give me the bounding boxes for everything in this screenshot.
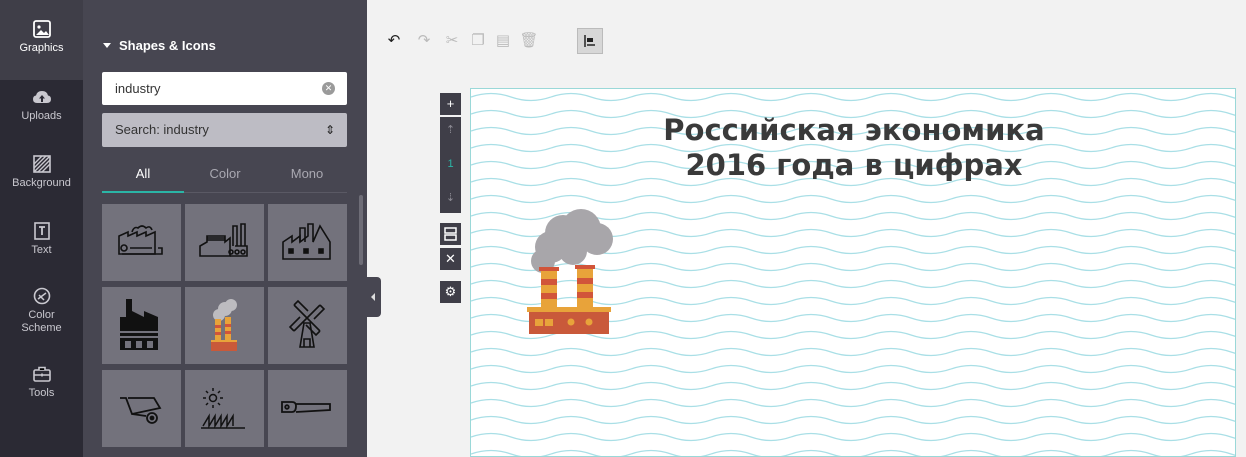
undo-button[interactable]: ↶ (384, 30, 404, 52)
collapse-panel-button[interactable] (367, 277, 381, 317)
factory-solid-icon (120, 299, 158, 350)
wheelbarrow-icon (120, 397, 162, 424)
left-nav-rail: Graphics Uploads Background Text Color S… (0, 0, 83, 457)
nav-tools[interactable]: Tools (0, 365, 83, 415)
add-page-button[interactable]: + (440, 93, 461, 115)
nav-background-label: Background (12, 177, 71, 189)
icon-tile[interactable] (185, 370, 264, 447)
top-toolbar: ↶ ↷ ✂ ❐ ▤ 🗑 (367, 0, 1246, 72)
icon-filter-tabs: All Color Mono (102, 157, 347, 193)
cut-button[interactable]: ✂ (442, 30, 462, 52)
design-canvas[interactable]: Российская экономика 2016 года в цифрах (470, 88, 1236, 457)
page-navigator: ⇡ 1 ⇣ (440, 117, 461, 213)
factory-outline-icon (199, 223, 248, 257)
nav-text-label: Text (31, 244, 52, 256)
nav-uploads-label: Uploads (21, 110, 62, 122)
clear-search-icon[interactable]: ✕ (322, 82, 335, 95)
duplicate-page-button[interactable] (440, 223, 461, 245)
hatch-pattern-icon (32, 155, 51, 173)
copy-button[interactable]: ❐ (468, 30, 488, 52)
windmill-icon (288, 299, 326, 348)
panel-scrollbar[interactable] (359, 195, 363, 265)
align-icon (584, 35, 595, 47)
icon-tile[interactable] (102, 204, 181, 281)
close-icon: ✕ (445, 251, 456, 266)
icon-tile[interactable] (185, 204, 264, 281)
tab-all[interactable]: All (102, 157, 184, 193)
nav-color-scheme[interactable]: Color Scheme (0, 287, 83, 345)
icon-tile[interactable] (268, 204, 347, 281)
page-settings-button[interactable]: ⚙ (440, 281, 461, 303)
delete-page-button[interactable]: ✕ (440, 248, 461, 270)
nav-color-label: Color (28, 309, 55, 321)
sun-field-icon (201, 388, 245, 429)
nav-scheme-label: Scheme (21, 322, 62, 334)
paste-icon: ▤ (495, 32, 511, 49)
nav-uploads[interactable]: Uploads (0, 88, 83, 144)
icon-tile[interactable] (268, 287, 347, 364)
move-page-up-icon[interactable]: ⇡ (440, 123, 461, 136)
paste-button[interactable]: ▤ (493, 30, 513, 52)
factory-conveyor-icon (118, 225, 163, 255)
icon-tile[interactable] (102, 370, 181, 447)
search-input[interactable] (102, 72, 302, 105)
plus-icon: + (446, 96, 455, 111)
redo-icon: ↷ (417, 32, 431, 49)
panel-title-text: Shapes & Icons (119, 38, 216, 53)
redo-button[interactable]: ↷ (414, 30, 434, 52)
gear-icon: ⚙ (444, 284, 457, 299)
icon-tile[interactable] (102, 287, 181, 364)
icon-tile[interactable] (268, 370, 347, 447)
nav-text[interactable]: Text (0, 222, 83, 278)
cloud-upload-icon (32, 91, 51, 103)
select-updown-icon: ⇕ (324, 123, 335, 137)
hand-saw-icon (281, 401, 331, 413)
delete-icon: 🗑 (519, 32, 539, 49)
tab-color[interactable]: Color (184, 157, 266, 193)
search-scope-value: Search: industry (115, 122, 209, 137)
tab-mono[interactable]: Mono (266, 157, 348, 193)
factory-smoke-color-icon (211, 299, 237, 351)
nav-tools-label: Tools (28, 387, 55, 399)
search-scope-select[interactable]: Search: industry ⇕ (102, 113, 347, 147)
layers-icon (444, 227, 457, 241)
panel-title[interactable]: Shapes & Icons (103, 38, 216, 53)
toolbox-icon (32, 366, 51, 382)
caret-down-icon (103, 43, 111, 48)
cut-icon: ✂ (445, 32, 459, 49)
factory-smoke-graphic[interactable] (521, 207, 621, 337)
nav-background[interactable]: Background (0, 155, 83, 211)
delete-button[interactable]: 🗑 (519, 30, 539, 52)
page-number: 1 (447, 158, 454, 170)
align-button[interactable] (577, 28, 603, 54)
undo-icon: ↶ (387, 32, 401, 49)
shapes-panel: Shapes & Icons ✕ Search: industry ⇕ All … (83, 0, 367, 457)
move-page-down-icon[interactable]: ⇣ (440, 191, 461, 204)
search-field: ✕ (102, 72, 347, 105)
text-box-icon (33, 222, 50, 240)
nav-graphics-label: Graphics (19, 42, 64, 54)
copy-icon: ❐ (471, 32, 485, 49)
factory-sawtooth-icon (282, 223, 331, 260)
slide-title[interactable]: Российская экономика 2016 года в цифрах (471, 113, 1235, 183)
icon-tile[interactable] (185, 287, 264, 364)
palette-icon (33, 287, 50, 305)
image-icon (32, 20, 51, 38)
nav-graphics[interactable]: Graphics (0, 0, 83, 80)
